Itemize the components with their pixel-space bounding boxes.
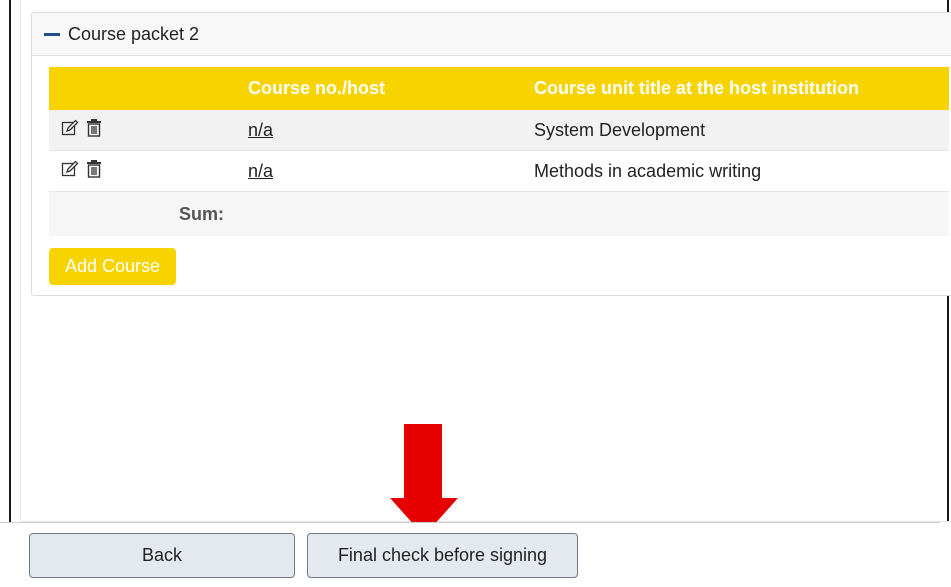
course-no-link[interactable]: n/a bbox=[248, 120, 273, 140]
course-no-cell: n/a bbox=[232, 150, 534, 192]
table-row: n/a Methods in academic writing bbox=[49, 150, 949, 192]
course-packet: Course packet 2 Course no./host Course u… bbox=[31, 12, 951, 296]
packet-header: Course packet 2 bbox=[32, 13, 951, 56]
table-header-row: Course no./host Course unit title at the… bbox=[49, 67, 949, 110]
back-button[interactable]: Back bbox=[29, 533, 295, 578]
course-title-cell: System Development bbox=[534, 110, 949, 151]
sum-row: Sum: bbox=[49, 191, 949, 236]
sum-empty-cell bbox=[534, 191, 949, 236]
row-actions bbox=[49, 110, 232, 151]
sum-label: Sum: bbox=[49, 191, 232, 236]
minus-icon[interactable] bbox=[44, 32, 60, 36]
trash-icon[interactable] bbox=[85, 118, 103, 137]
table-row: n/a System Development bbox=[49, 110, 949, 151]
final-check-button[interactable]: Final check before signing bbox=[307, 533, 578, 578]
footer-divider bbox=[0, 522, 940, 523]
column-header-course-title: Course unit title at the host institutio… bbox=[534, 67, 949, 110]
column-header-course-no: Course no./host bbox=[232, 67, 534, 110]
course-table: Course no./host Course unit title at the… bbox=[49, 67, 949, 236]
footer-bar: Back Final check before signing bbox=[0, 522, 951, 587]
down-arrow-icon bbox=[390, 424, 458, 536]
course-no-cell: n/a bbox=[232, 110, 534, 151]
course-no-link[interactable]: n/a bbox=[248, 161, 273, 181]
sum-value-cell bbox=[232, 191, 534, 236]
edit-icon[interactable] bbox=[61, 160, 79, 178]
column-header-actions bbox=[49, 67, 232, 110]
edit-icon[interactable] bbox=[61, 119, 79, 137]
packet-title: Course packet 2 bbox=[68, 23, 200, 44]
trash-icon[interactable] bbox=[85, 159, 103, 178]
row-actions bbox=[49, 150, 232, 192]
add-course-button[interactable]: Add Course bbox=[49, 248, 177, 285]
course-title-cell: Methods in academic writing bbox=[534, 150, 949, 192]
